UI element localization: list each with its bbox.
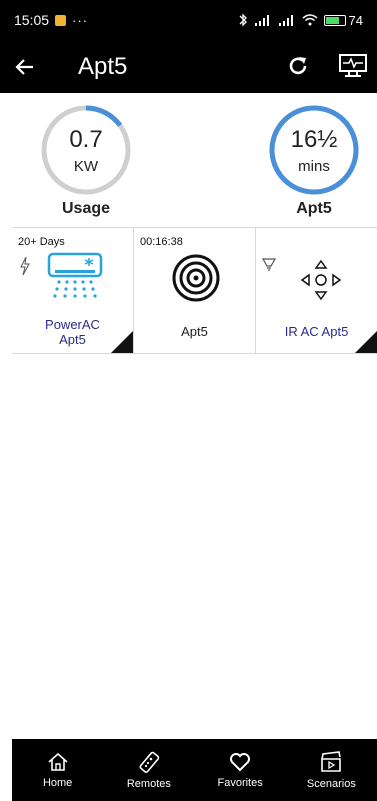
lightning-icon [20,256,30,276]
battery-icon [323,14,346,26]
monitor-pulse-icon [339,54,367,77]
tile-corner-marker [111,331,133,353]
heart-icon [230,752,251,771]
bluetooth-icon [239,13,247,27]
nav-scenarios-label: Scenarios [306,777,356,790]
tile-label-apt5: Apt5 [181,324,208,339]
tile-corner-marker [355,331,377,353]
monitor-button[interactable] [337,50,369,82]
notification-icon [55,14,67,26]
nav-scenarios[interactable]: Scenarios [286,739,377,801]
timer-value: 16½ [290,126,338,153]
refresh-button[interactable] [283,51,313,81]
direction-pad-icon [300,259,342,301]
signal-icon [254,15,269,26]
timer-gauge[interactable]: 16½ mins [268,104,360,196]
tile-age: 20+ Days [18,236,65,248]
signal-icon [278,15,293,26]
nav-home-label: Home [42,776,73,789]
device-tile-ir-ac[interactable]: IR AC Apt5 [256,228,377,353]
usage-unit: KW [73,158,99,175]
status-bar: 15:05 ··· 74 [0,0,377,40]
clapperboard-icon [321,750,342,772]
lamp-icon [262,258,276,271]
usage-caption: Usage [61,200,111,217]
device-grid: 20+ Days PowerAC Apt5 00:16:38 Apt5 IR A… [12,227,377,354]
status-more: ··· [72,12,89,28]
tile-timer: 00:16:38 [140,236,183,248]
target-icon [172,254,220,302]
nav-remotes[interactable]: Remotes [103,739,194,801]
air-conditioner-icon [47,252,103,298]
wifi-icon [302,14,318,26]
tile-label-line1: PowerAC [45,317,100,332]
battery-level: 74 [348,12,363,28]
nav-favorites[interactable]: Favorites [195,739,286,801]
timer-caption: Apt5 [296,200,332,217]
device-tile-timer[interactable]: 00:16:38 Apt5 [134,228,256,353]
device-tile-powerac[interactable]: 20+ Days PowerAC Apt5 [12,228,134,353]
arrow-left-icon [15,58,33,75]
remote-icon [139,751,160,773]
nav-favorites-label: Favorites [217,776,263,789]
nav-remotes-label: Remotes [126,777,171,790]
page-title: Apt5 [78,52,128,80]
usage-value: 0.7 [69,126,103,153]
battery: 74 [323,12,363,28]
home-icon [48,752,68,771]
nav-home[interactable]: Home [12,739,103,801]
status-right: 74 [238,13,363,28]
timer-unit: mins [298,158,330,175]
refresh-icon [289,57,307,75]
usage-gauge[interactable]: 0.7 KW [40,104,132,196]
back-button[interactable] [0,40,50,93]
app-bar: Apt5 [0,40,377,93]
status-time: 15:05 [14,12,50,28]
bottom-nav: Home Remotes Favorites Scenarios [12,739,377,801]
